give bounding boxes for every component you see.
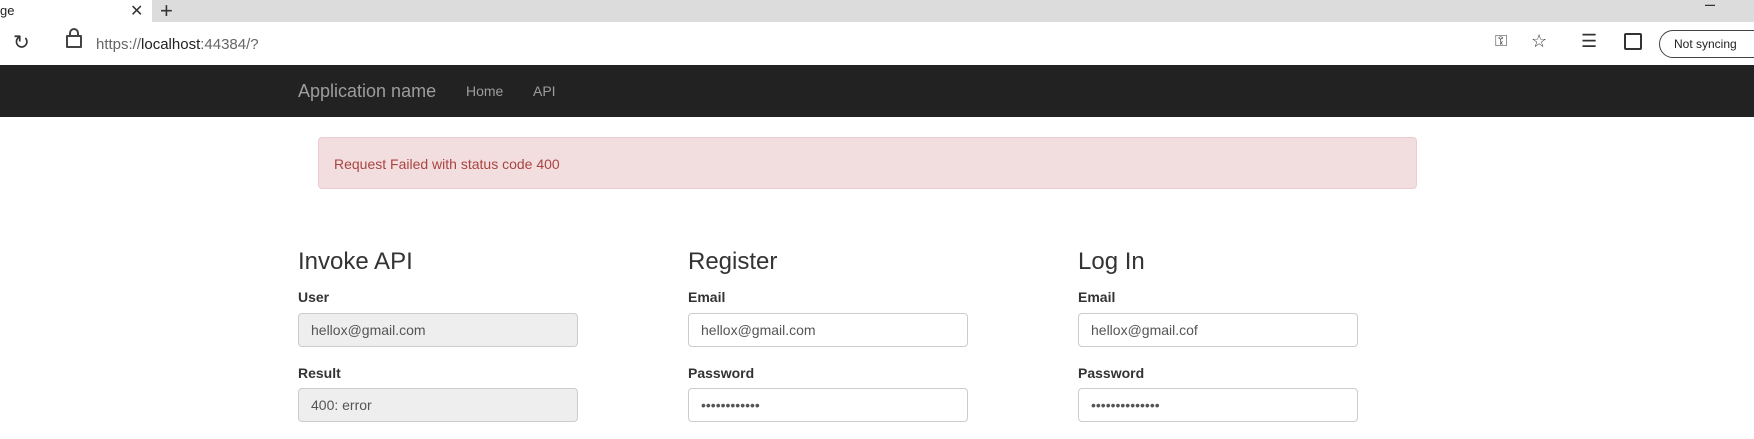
new-tab-icon[interactable]: + bbox=[160, 0, 173, 24]
url-host: localhost bbox=[141, 36, 201, 53]
address-bar: ↻ bbox=[0, 22, 1754, 66]
reload-icon[interactable]: ↻ bbox=[13, 30, 30, 55]
nav-home-link[interactable]: Home bbox=[466, 83, 503, 99]
collections-icon[interactable] bbox=[1624, 33, 1642, 50]
register-password-label: Password bbox=[688, 365, 755, 381]
star-icon[interactable]: ☆ bbox=[1531, 31, 1547, 52]
key-icon[interactable]: ⚿ bbox=[1495, 33, 1507, 51]
login-title: Log In bbox=[1078, 248, 1145, 275]
nav-api-link[interactable]: API bbox=[533, 83, 556, 99]
login-email-field[interactable] bbox=[1078, 313, 1358, 347]
minimize-icon[interactable]: – bbox=[1705, 0, 1715, 15]
result-label: Result bbox=[298, 365, 341, 381]
user-field[interactable] bbox=[298, 313, 578, 347]
sync-label: Not syncing bbox=[1674, 37, 1737, 51]
user-label: User bbox=[298, 289, 330, 305]
lock-icon[interactable] bbox=[66, 28, 82, 48]
url-text[interactable]: https://localhost:44384/? bbox=[96, 36, 259, 53]
login-password-label: Password bbox=[1078, 365, 1145, 381]
login-email-label: Email bbox=[1078, 289, 1116, 305]
url-box[interactable] bbox=[52, 28, 1487, 58]
register-email-field[interactable] bbox=[688, 313, 968, 347]
browser-tab[interactable]: ge ✕ bbox=[0, 0, 152, 22]
url-scheme: https:// bbox=[96, 36, 142, 53]
tab-strip: ge ✕ + – bbox=[0, 0, 1754, 24]
favorites-icon[interactable]: ☰ bbox=[1581, 31, 1597, 52]
profile-sync-button[interactable]: Not syncing bbox=[1659, 30, 1754, 58]
alert-message: Request Failed with status code 400 bbox=[334, 156, 560, 172]
register-password-field[interactable] bbox=[688, 388, 968, 422]
invoke-api-title: Invoke API bbox=[298, 248, 413, 275]
brand-link[interactable]: Application name bbox=[298, 81, 436, 102]
url-path: :44384/? bbox=[200, 36, 259, 53]
register-email-label: Email bbox=[688, 289, 726, 305]
register-title: Register bbox=[688, 248, 778, 275]
error-alert: Request Failed with status code 400 bbox=[318, 137, 1417, 189]
login-password-field[interactable] bbox=[1078, 388, 1358, 422]
result-field[interactable] bbox=[298, 388, 578, 422]
close-tab-icon[interactable]: ✕ bbox=[130, 1, 143, 21]
navbar: Application name Home API bbox=[0, 65, 1754, 117]
tab-title: ge bbox=[0, 3, 15, 18]
